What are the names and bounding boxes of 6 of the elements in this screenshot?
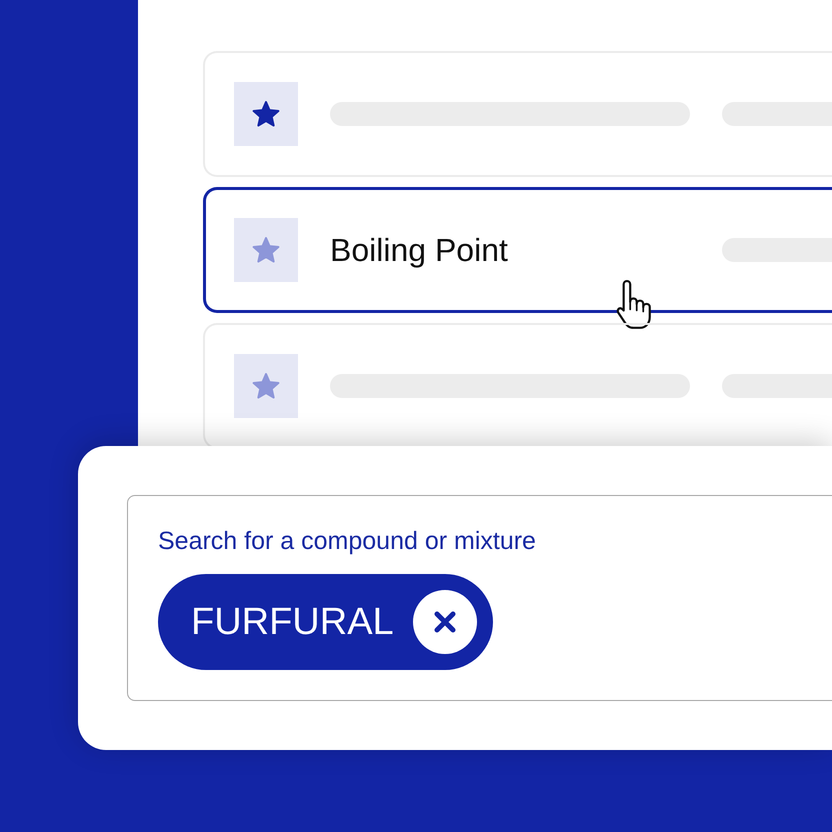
field-label: Search for a compound or mixture xyxy=(158,526,536,556)
row-label: Boiling Point xyxy=(330,231,508,269)
chip-text: FURFURAL xyxy=(191,600,394,644)
list-row[interactable] xyxy=(203,51,832,177)
close-icon xyxy=(434,611,456,633)
search-field[interactable]: Search for a compound or mixture FURFURAL xyxy=(127,495,832,701)
